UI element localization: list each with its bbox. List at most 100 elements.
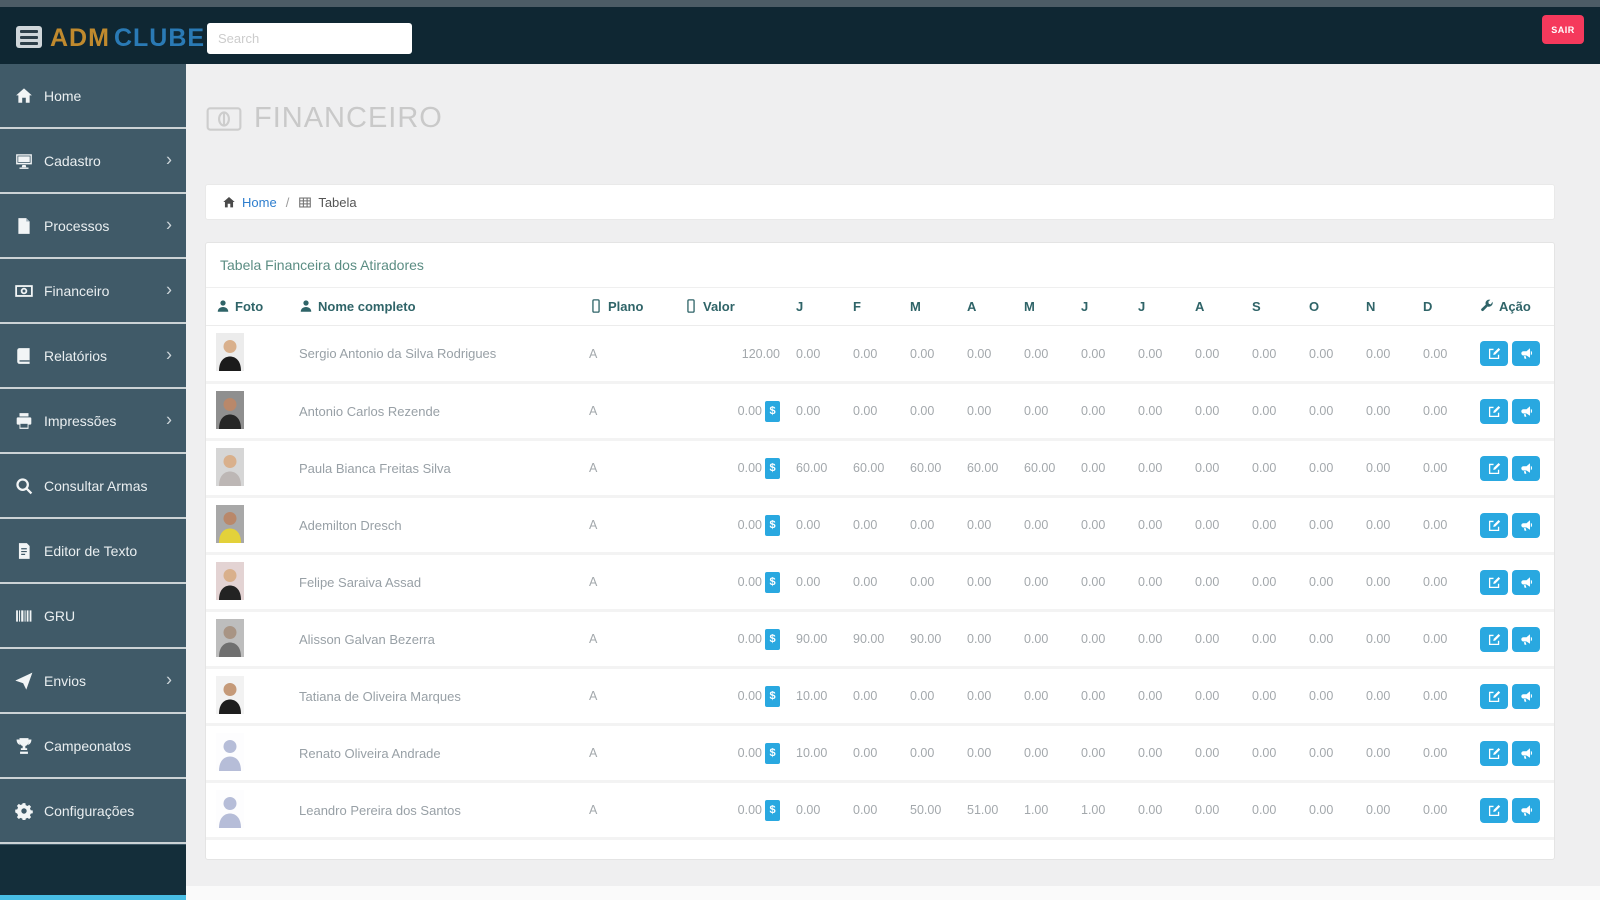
sidebar-item-campeonatos[interactable]: Campeonatos <box>0 714 186 779</box>
month-value: 0.00 <box>1415 553 1472 612</box>
month-value: 0.00 <box>902 724 959 783</box>
book-icon <box>15 347 33 365</box>
month-value: 0.00 <box>1187 610 1244 669</box>
month-value: 60.00 <box>1016 439 1073 498</box>
member-plan: A <box>581 724 676 783</box>
edit-icon <box>1488 519 1501 532</box>
sidebar-item-processos[interactable]: Processos › <box>0 194 186 259</box>
announce-button[interactable] <box>1512 398 1540 424</box>
member-name: Alisson Galvan Bezerra <box>291 610 581 669</box>
month-value: 0.00 <box>1301 610 1358 669</box>
member-valor: 0.00 <box>737 575 762 589</box>
month-value: 0.00 <box>845 496 902 555</box>
sidebar-item-financeiro[interactable]: Financeiro › <box>0 259 186 324</box>
member-valor: 0.00 <box>737 803 762 817</box>
announce-button[interactable] <box>1512 683 1540 709</box>
month-value: 0.00 <box>1073 382 1130 441</box>
column-header-nome-completo: Nome completo <box>291 288 581 326</box>
dollar-badge[interactable]: $ <box>765 457 780 479</box>
month-value: 10.00 <box>788 667 845 726</box>
sidebar-item-label: Envios <box>44 672 87 689</box>
breadcrumb-home-link[interactable]: Home <box>242 195 277 210</box>
month-value: 0.00 <box>845 724 902 783</box>
sidebar-item-envios[interactable]: Envios › <box>0 649 186 714</box>
dollar-badge[interactable]: $ <box>765 571 780 593</box>
month-value: 0.00 <box>1130 553 1187 612</box>
month-value: 0.00 <box>1244 439 1301 498</box>
printer-icon <box>15 412 33 430</box>
sidebar-item-configuracoes[interactable]: Configurações <box>0 779 186 844</box>
edit-button[interactable] <box>1480 683 1508 709</box>
month-value: 0.00 <box>1358 553 1415 612</box>
month-value: 0.00 <box>1016 610 1073 669</box>
announce-button[interactable] <box>1512 569 1540 595</box>
member-plan: A <box>581 553 676 612</box>
column-header-acao: Ação <box>1472 288 1554 326</box>
logout-button[interactable]: SAIR <box>1542 15 1584 44</box>
sidebar-item-label: Consultar Armas <box>44 477 148 494</box>
month-value: 0.00 <box>1187 667 1244 726</box>
dollar-badge[interactable]: $ <box>765 400 780 422</box>
month-value: 0.00 <box>788 325 845 384</box>
edit-button[interactable] <box>1480 569 1508 595</box>
edit-icon <box>1488 462 1501 475</box>
sidebar-item-gru[interactable]: GRU <box>0 584 186 649</box>
bottom-strip <box>186 886 1600 900</box>
edit-button[interactable] <box>1480 398 1508 424</box>
edit-icon <box>1488 405 1501 418</box>
announce-button[interactable] <box>1512 455 1540 481</box>
month-value: 0.00 <box>1073 496 1130 555</box>
dollar-badge[interactable]: $ <box>765 628 780 650</box>
table-row: Antonio Carlos Rezende A 0.00 $0.00 0.00 0.00… <box>206 382 1554 441</box>
megaphone-icon <box>1520 690 1533 703</box>
announce-button[interactable] <box>1512 797 1540 823</box>
month-value: 0.00 <box>1016 496 1073 555</box>
megaphone-icon <box>1520 519 1533 532</box>
sidebar-item-impressoes[interactable]: Impressões › <box>0 389 186 454</box>
month-value: 0.00 <box>1187 439 1244 498</box>
search-input[interactable] <box>207 23 412 54</box>
edit-button[interactable] <box>1480 740 1508 766</box>
dollar-badge[interactable]: $ <box>765 742 780 764</box>
placeholder-avatar <box>216 789 244 828</box>
edit-button[interactable] <box>1480 512 1508 538</box>
mobile-icon <box>684 299 698 313</box>
announce-button[interactable] <box>1512 740 1540 766</box>
month-value: 0.00 <box>1073 439 1130 498</box>
sidebar-item-editor-de-texto[interactable]: Editor de Texto <box>0 519 186 584</box>
month-value: 0.00 <box>1073 610 1130 669</box>
app-logo[interactable]: ADM CLUBE <box>50 24 205 53</box>
breadcrumb: Home / Tabela <box>205 184 1555 220</box>
edit-button[interactable] <box>1480 455 1508 481</box>
sidebar-item-label: Financeiro <box>44 282 110 299</box>
sidebar-item-consultar-armas[interactable]: Consultar Armas <box>0 454 186 519</box>
edit-button[interactable] <box>1480 797 1508 823</box>
sidebar-item-cadastro[interactable]: Cadastro › <box>0 129 186 194</box>
sidebar-item-label: Impressões <box>44 412 117 429</box>
announce-button[interactable] <box>1512 512 1540 538</box>
dollar-badge[interactable]: $ <box>765 514 780 536</box>
desktop-icon <box>15 152 33 170</box>
table-row: Felipe Saraiva Assad A 0.00 $0.00 0.00 0.00 0.… <box>206 553 1554 612</box>
edit-icon <box>1488 747 1501 760</box>
month-value: 90.00 <box>845 610 902 669</box>
month-value: 0.00 <box>1016 553 1073 612</box>
sidebar-item-home[interactable]: Home <box>0 64 186 129</box>
announce-button[interactable] <box>1512 626 1540 652</box>
column-header-j: J <box>1073 288 1130 326</box>
member-photo <box>216 675 244 714</box>
sidebar-item-relatorios[interactable]: Relatórios › <box>0 324 186 389</box>
month-value: 0.00 <box>1244 610 1301 669</box>
menu-icon[interactable] <box>16 26 42 48</box>
dollar-badge[interactable]: $ <box>765 799 780 821</box>
month-value: 0.00 <box>1016 382 1073 441</box>
month-value: 0.00 <box>959 496 1016 555</box>
edit-button[interactable] <box>1480 626 1508 652</box>
dollar-badge[interactable]: $ <box>765 685 780 707</box>
month-value: 60.00 <box>788 439 845 498</box>
announce-button[interactable] <box>1512 341 1540 366</box>
month-value: 0.00 <box>1358 439 1415 498</box>
month-value: 0.00 <box>1130 382 1187 441</box>
month-value: 0.00 <box>1358 667 1415 726</box>
edit-button[interactable] <box>1480 341 1508 366</box>
